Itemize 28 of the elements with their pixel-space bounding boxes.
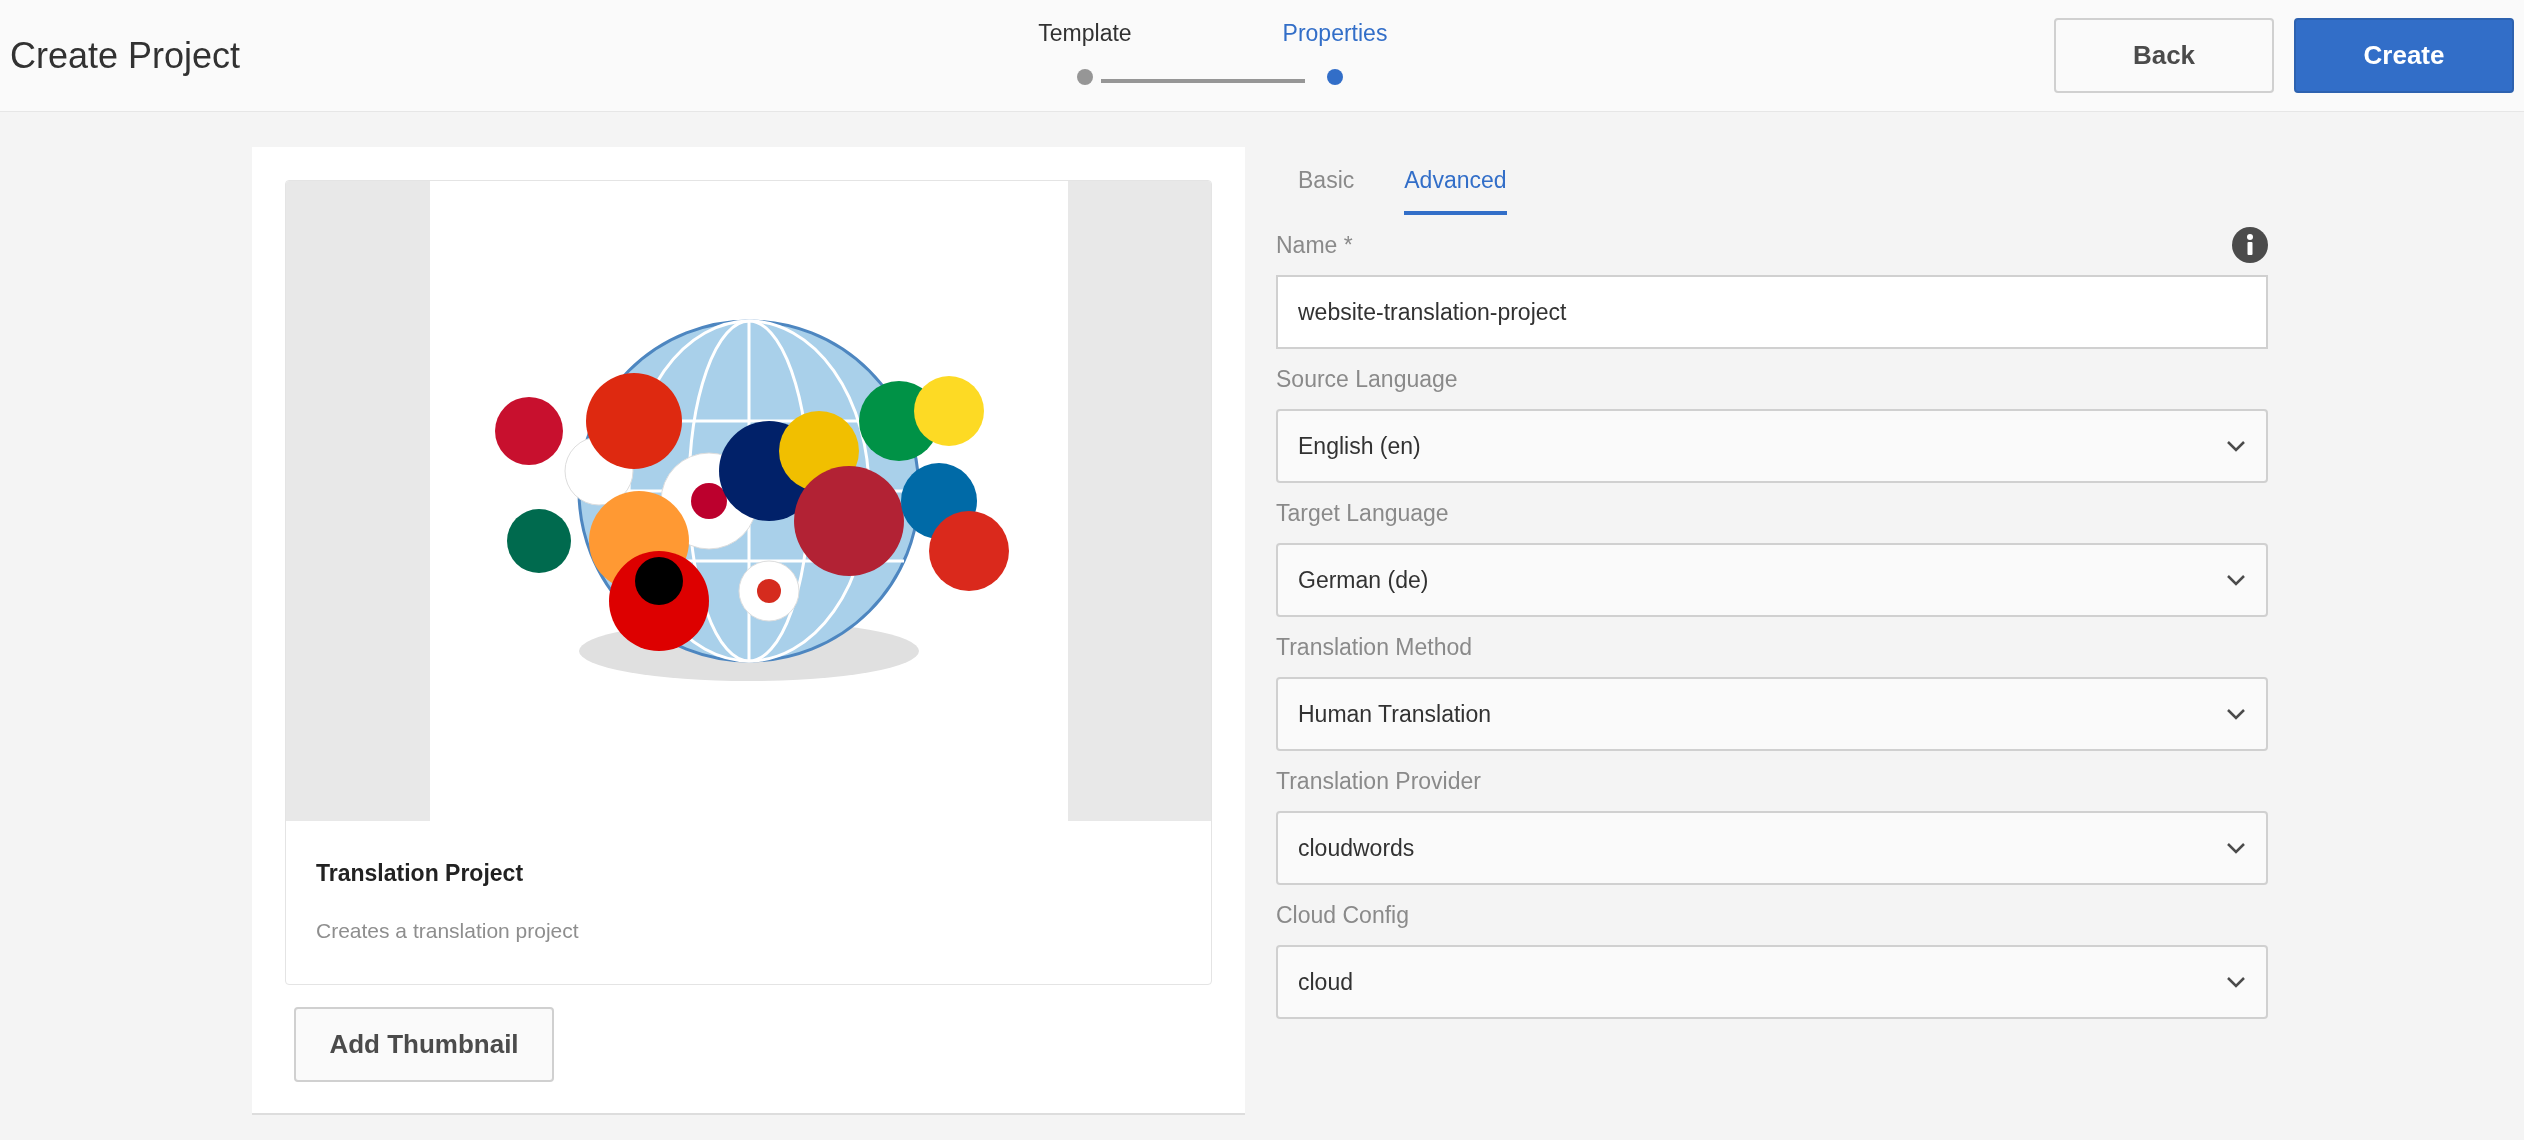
chevron-down-icon: [2226, 976, 2246, 988]
dropdown[interactable]: Human Translation: [1276, 677, 2268, 751]
tab[interactable]: Advanced: [1404, 162, 1507, 215]
dropdown[interactable]: German (de): [1276, 543, 2268, 617]
dropdown[interactable]: cloudwords: [1276, 811, 2268, 885]
template-description: Creates a translation project: [316, 917, 580, 944]
back-button[interactable]: Back: [2054, 18, 2274, 93]
field-label: Source Language: [1276, 364, 1458, 394]
dropdown[interactable]: English (en): [1276, 409, 2268, 483]
name-input-field[interactable]: website-translation-project: [1276, 275, 2268, 349]
field-label: Translation Method: [1276, 632, 1473, 662]
field-label: Cloud Config: [1276, 900, 1409, 930]
page-title: Create Project: [10, 33, 241, 78]
chevron-down-icon: [2226, 574, 2246, 586]
add-thumbnail-button[interactable]: Add Thumbnail: [294, 1007, 554, 1082]
step-label: Properties: [1282, 19, 1388, 48]
create-button[interactable]: Create: [2294, 18, 2514, 93]
template-card[interactable]: Translation Project Creates a translation project: [285, 180, 1212, 985]
step-label: Template: [1038, 19, 1132, 48]
info-icon[interactable]: [2232, 227, 2268, 263]
chevron-down-icon: [2226, 708, 2246, 720]
chevron-down-icon: [2226, 842, 2246, 854]
chevron-down-icon: [2226, 440, 2246, 452]
field-label: Target Language: [1276, 498, 1449, 528]
field-label: Translation Provider: [1276, 766, 1481, 796]
template-title: Translation Project: [316, 859, 525, 888]
field-label: Name *: [1276, 230, 1353, 260]
dropdown[interactable]: cloud: [1276, 945, 2268, 1019]
